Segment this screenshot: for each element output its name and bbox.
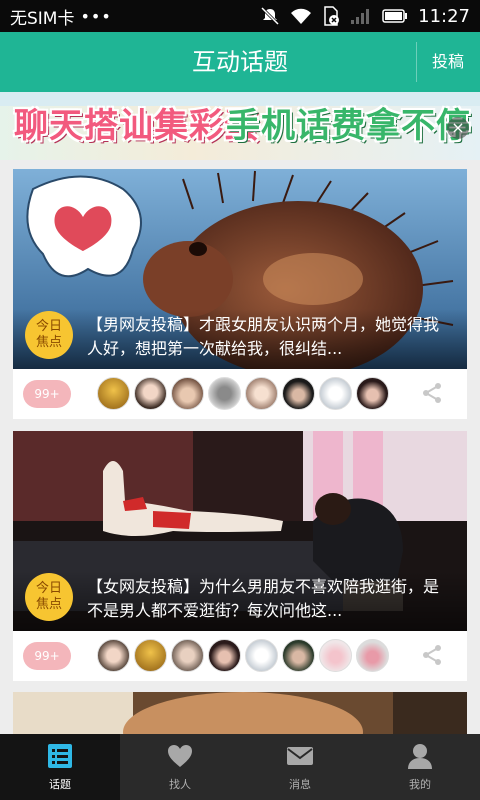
page-title: 互动话题: [192, 48, 288, 76]
tab-label: 话题: [49, 778, 71, 791]
tab-profile[interactable]: 我的: [360, 734, 480, 800]
avatar[interactable]: [208, 377, 241, 410]
clock: 11:27: [418, 5, 470, 27]
topic-card[interactable]: 今日 焦点 【男网友投稿】才跟女朋友认识两个月，她觉得我人好，想把第一次献给我，…: [13, 169, 467, 419]
share-icon[interactable]: [421, 644, 443, 666]
topic-caption-overlay: 今日 焦点 【男网友投稿】才跟女朋友认识两个月，她觉得我人好，想把第一次献给我，…: [13, 309, 467, 369]
tab-label: 消息: [289, 778, 311, 791]
avatar[interactable]: [319, 377, 352, 410]
mail-icon: [287, 747, 313, 765]
list-icon: [48, 744, 72, 768]
topic-caption[interactable]: 【女网友投稿】为什么男朋友不喜欢陪我逛街，是不是男人都不爱逛街？每次问他这...: [87, 575, 447, 623]
tab-label: 找人: [169, 778, 191, 791]
mute-icon: [260, 6, 280, 26]
focus-badge-line1: 今日: [35, 581, 62, 596]
user-icon: [408, 744, 432, 769]
avatar[interactable]: [171, 639, 204, 672]
avatar[interactable]: [282, 639, 315, 672]
wifi-icon: [290, 7, 312, 25]
contribute-button[interactable]: 投稿: [416, 32, 480, 92]
focus-badge-line2: 焦点: [35, 597, 62, 612]
topic-image[interactable]: 今日 焦点 【男网友投稿】才跟女朋友认识两个月，她觉得我人好，想把第一次献给我，…: [13, 169, 467, 369]
topic-image-illustration: [13, 692, 467, 734]
banner-close-button[interactable]: ×: [447, 117, 469, 139]
avatar[interactable]: [97, 377, 130, 410]
avatar[interactable]: [356, 639, 389, 672]
battery-icon: [382, 8, 408, 24]
no-sim-icon: [322, 6, 340, 26]
avatar[interactable]: [208, 639, 241, 672]
notification-dots: •••: [80, 6, 112, 26]
participant-count: 99+: [23, 642, 71, 670]
banner-text-right: 手机话费拿不停: [226, 106, 471, 146]
status-bar: 无SIM卡 ••• 11:27: [0, 0, 480, 32]
participant-avatars[interactable]: [97, 377, 393, 411]
avatar[interactable]: [97, 639, 130, 672]
tab-topics[interactable]: 话题: [0, 734, 120, 800]
topic-card[interactable]: 今日 焦点 【女网友投稿】为什么男朋友不喜欢陪我逛街，是不是男人都不爱逛街？每次…: [13, 431, 467, 681]
promo-banner[interactable]: 聊天搭讪集彩蛋 手机话费拿不停: [0, 92, 480, 160]
carrier-label: 无SIM卡: [10, 8, 75, 29]
share-icon[interactable]: [421, 382, 443, 404]
avatar[interactable]: [319, 639, 352, 672]
bottom-tab-bar: 话题 找人 消息 我的: [0, 734, 480, 800]
focus-badge: 今日 焦点: [25, 573, 73, 621]
topic-card[interactable]: [13, 692, 467, 734]
topic-caption-overlay: 今日 焦点 【女网友投稿】为什么男朋友不喜欢陪我逛街，是不是男人都不爱逛街？每次…: [13, 571, 467, 631]
avatar[interactable]: [245, 639, 278, 672]
heart-icon: [168, 745, 192, 767]
topic-image[interactable]: 今日 焦点 【女网友投稿】为什么男朋友不喜欢陪我逛街，是不是男人都不爱逛街？每次…: [13, 431, 467, 631]
avatar[interactable]: [134, 639, 167, 672]
app-header: 互动话题 投稿: [0, 32, 480, 92]
topic-footer: 99+: [13, 369, 467, 419]
topic-caption[interactable]: 【男网友投稿】才跟女朋友认识两个月，她觉得我人好，想把第一次献给我，很纠结...: [87, 313, 447, 361]
focus-badge: 今日 焦点: [25, 311, 73, 359]
avatar[interactable]: [356, 377, 389, 410]
avatar[interactable]: [282, 377, 315, 410]
participant-count: 99+: [23, 380, 71, 408]
participant-avatars[interactable]: [97, 639, 393, 673]
avatar[interactable]: [134, 377, 167, 410]
topic-footer: 99+: [13, 631, 467, 681]
tab-messages[interactable]: 消息: [240, 734, 360, 800]
tab-find-people[interactable]: 找人: [120, 734, 240, 800]
focus-badge-line2: 焦点: [35, 335, 62, 350]
focus-badge-line1: 今日: [35, 319, 62, 334]
banner-text-left: 聊天搭讪集彩蛋: [14, 106, 259, 146]
signal-icon: [350, 7, 372, 25]
avatar[interactable]: [245, 377, 278, 410]
tab-label: 我的: [409, 778, 431, 791]
avatar[interactable]: [171, 377, 204, 410]
